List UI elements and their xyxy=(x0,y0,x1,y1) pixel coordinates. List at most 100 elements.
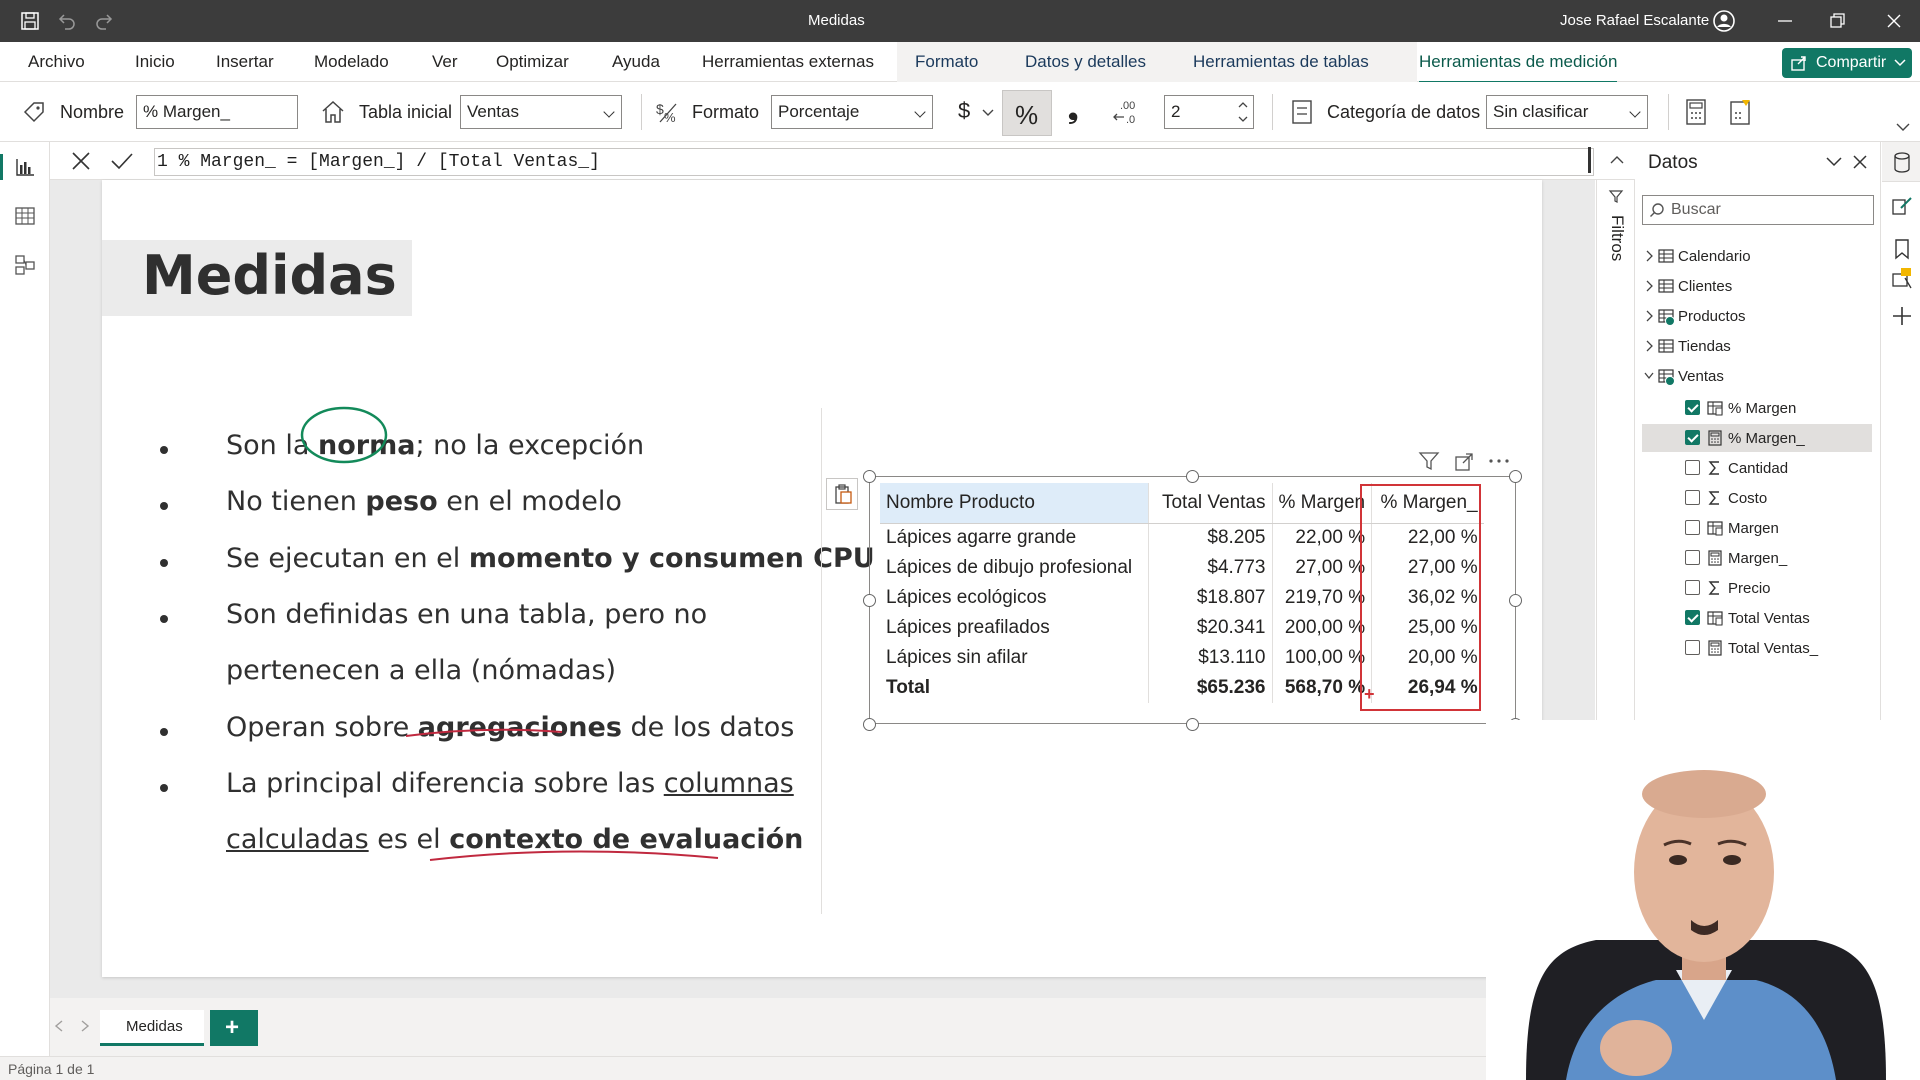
resize-handle[interactable] xyxy=(1509,470,1522,483)
field-item[interactable]: % Margen xyxy=(1642,394,1872,422)
chevron-right-icon[interactable] xyxy=(1644,250,1654,262)
expand-filters-icon[interactable] xyxy=(1608,188,1624,204)
new-measure-icon[interactable] xyxy=(1684,98,1708,126)
column-header-total-sales[interactable]: Total Ventas xyxy=(1147,483,1272,524)
tab-ver[interactable]: Ver xyxy=(432,52,458,72)
home-table-select[interactable]: Ventas xyxy=(460,95,622,129)
add-page-button[interactable]: + xyxy=(210,1010,258,1046)
tab-optimizar[interactable]: Optimizar xyxy=(496,52,569,72)
comma-style-button[interactable]: ❟ xyxy=(1068,94,1078,126)
format-select[interactable]: Porcentaje xyxy=(771,95,933,129)
table-cell: 200,00 % xyxy=(1271,613,1372,643)
currency-button[interactable]: $ xyxy=(958,98,970,124)
chevron-right-icon[interactable] xyxy=(1644,340,1654,352)
chevron-down-icon[interactable] xyxy=(982,108,994,118)
chevron-left-icon[interactable] xyxy=(54,1020,64,1032)
field-item[interactable]: % Margen_ xyxy=(1642,424,1872,452)
collapse-ribbon-icon[interactable] xyxy=(1896,122,1910,132)
field-item[interactable]: Total Ventas_ xyxy=(1642,634,1872,662)
tab-herramientas-externas[interactable]: Herramientas externas xyxy=(702,52,874,72)
tab-ayuda[interactable]: Ayuda xyxy=(612,52,660,72)
decrease-decimal-icon[interactable]: .00.0 xyxy=(1112,98,1144,126)
table-node-tiendas[interactable]: Tiendas xyxy=(1636,334,1876,358)
field-checkbox[interactable] xyxy=(1685,640,1700,655)
field-label: Margen_ xyxy=(1728,550,1788,567)
bookmark-icon[interactable] xyxy=(1893,238,1911,260)
column-header-margin-pct[interactable]: % Margen xyxy=(1271,483,1372,524)
table-node-productos[interactable]: Productos xyxy=(1636,304,1876,328)
spinner-icon[interactable] xyxy=(1237,98,1249,126)
resize-handle[interactable] xyxy=(1509,594,1522,607)
chevron-right-icon[interactable] xyxy=(80,1020,90,1032)
report-view-icon[interactable] xyxy=(14,156,36,178)
field-item[interactable]: Margen_ xyxy=(1642,544,1872,572)
hand-drawn-underline xyxy=(429,850,719,861)
chevron-right-icon[interactable] xyxy=(1644,310,1654,322)
table-node-clientes[interactable]: Clientes xyxy=(1636,274,1876,298)
resize-handle[interactable] xyxy=(863,718,876,731)
dax-formula-input[interactable]: 1 % Margen_ = [Margen_] / [Total Ventas_… xyxy=(154,148,1594,176)
collapse-pane-icon[interactable] xyxy=(1826,156,1842,168)
restore-icon[interactable] xyxy=(1829,12,1847,30)
field-checkbox[interactable] xyxy=(1685,520,1700,535)
resize-handle[interactable] xyxy=(863,594,876,607)
resize-handle[interactable] xyxy=(1186,470,1199,483)
table-node-ventas[interactable]: Ventas xyxy=(1636,364,1876,388)
field-checkbox[interactable] xyxy=(1685,550,1700,565)
measure-name-input[interactable]: % Margen_ xyxy=(136,95,298,129)
table-view-icon[interactable] xyxy=(14,205,36,227)
tab-insertar[interactable]: Insertar xyxy=(216,52,274,72)
field-item[interactable]: Margen xyxy=(1642,514,1872,542)
field-checkbox[interactable] xyxy=(1685,490,1700,505)
field-item[interactable]: Costo xyxy=(1642,484,1872,512)
chevron-right-icon[interactable] xyxy=(1644,280,1654,292)
tab-herramientas-de-tablas[interactable]: Herramientas de tablas xyxy=(1193,52,1369,72)
model-view-icon[interactable] xyxy=(14,254,36,276)
resize-handle[interactable] xyxy=(1186,718,1199,731)
data-pane-toggle[interactable] xyxy=(1882,142,1920,182)
format-painter-button[interactable] xyxy=(826,478,858,510)
data-category-select[interactable]: Sin clasificar xyxy=(1486,95,1648,129)
add-pane-icon[interactable] xyxy=(1892,306,1912,326)
share-button[interactable]: Compartir xyxy=(1782,48,1912,78)
filter-icon[interactable] xyxy=(1418,450,1440,472)
chevron-down-icon[interactable] xyxy=(1644,370,1654,382)
focus-mode-icon[interactable] xyxy=(1454,452,1474,472)
table-node-calendario[interactable]: Calendario xyxy=(1636,244,1876,268)
column-header-product[interactable]: Nombre Producto xyxy=(880,483,1148,524)
save-icon[interactable] xyxy=(20,11,40,31)
field-checkbox[interactable] xyxy=(1685,430,1700,445)
tab-modelado[interactable]: Modelado xyxy=(314,52,389,72)
redo-icon[interactable] xyxy=(95,11,115,31)
build-visual-icon[interactable] xyxy=(1891,194,1913,216)
tab-archivo[interactable]: Archivo xyxy=(28,52,85,72)
quick-measure-icon[interactable] xyxy=(1728,98,1754,126)
tab-datos-y-detalles[interactable]: Datos y detalles xyxy=(1025,52,1146,72)
selection-icon[interactable] xyxy=(1891,266,1915,290)
user-avatar-icon[interactable] xyxy=(1712,9,1736,33)
resize-handle[interactable] xyxy=(863,470,876,483)
field-checkbox[interactable] xyxy=(1685,610,1700,625)
cancel-formula-icon[interactable] xyxy=(70,150,92,172)
commit-formula-icon[interactable] xyxy=(110,150,134,172)
page-tab-medidas[interactable]: Medidas xyxy=(100,1010,204,1046)
decimal-places-input[interactable]: 2 xyxy=(1164,95,1254,129)
field-search-input[interactable]: Buscar xyxy=(1642,195,1874,225)
tab-formato[interactable]: Formato xyxy=(915,52,978,72)
tab-inicio[interactable]: Inicio xyxy=(135,52,175,72)
field-checkbox[interactable] xyxy=(1685,580,1700,595)
more-options-icon[interactable] xyxy=(1488,456,1510,466)
percent-button[interactable]: % xyxy=(1002,90,1052,136)
minimize-icon[interactable] xyxy=(1776,12,1794,30)
field-checkbox[interactable] xyxy=(1685,460,1700,475)
user-name[interactable]: Jose Rafael Escalante xyxy=(1560,12,1709,29)
tab-herramientas-de-medicion[interactable]: Herramientas de medición xyxy=(1419,52,1618,84)
undo-icon[interactable] xyxy=(56,11,76,31)
field-item[interactable]: Total Ventas xyxy=(1642,604,1872,632)
close-pane-icon[interactable] xyxy=(1852,154,1868,170)
chevron-up-icon[interactable] xyxy=(1610,154,1624,166)
field-checkbox[interactable] xyxy=(1685,400,1700,415)
field-item[interactable]: Precio xyxy=(1642,574,1872,602)
field-item[interactable]: Cantidad xyxy=(1642,454,1872,482)
close-icon[interactable] xyxy=(1885,12,1903,30)
